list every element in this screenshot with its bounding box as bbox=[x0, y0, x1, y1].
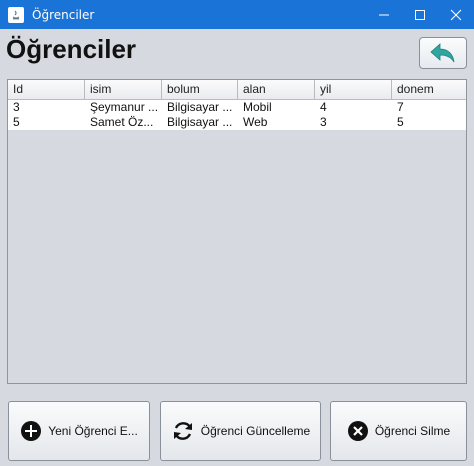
table-cell: Şeymanur ... bbox=[90, 100, 159, 114]
update-student-button[interactable]: Öğrenci Güncelleme bbox=[160, 401, 321, 461]
students-table[interactable]: Id isim bolum alan yil donem 3 Şeymanur … bbox=[7, 79, 467, 384]
column-header-isim[interactable]: isim bbox=[85, 80, 162, 99]
refresh-icon bbox=[173, 422, 192, 440]
column-header-donem[interactable]: donem bbox=[392, 80, 466, 99]
column-header-id[interactable]: Id bbox=[8, 80, 85, 99]
delete-student-label: Öğrenci Silme bbox=[374, 424, 451, 438]
minimize-icon bbox=[379, 14, 389, 15]
add-student-button[interactable]: Yeni Öğrenci E... bbox=[8, 401, 150, 461]
add-student-label: Yeni Öğrenci E... bbox=[48, 424, 138, 438]
maximize-button[interactable] bbox=[402, 0, 438, 29]
table-header: Id isim bolum alan yil donem bbox=[8, 80, 466, 100]
delete-student-button[interactable]: Öğrenci Silme bbox=[330, 401, 467, 461]
minimize-button[interactable] bbox=[366, 0, 402, 29]
back-button[interactable] bbox=[419, 37, 467, 69]
update-student-label: Öğrenci Güncelleme bbox=[200, 424, 311, 438]
table-cell: Bilgisayar ... bbox=[167, 100, 233, 114]
window-title: Öğrenciler bbox=[32, 7, 95, 22]
close-circle-icon bbox=[347, 421, 368, 441]
column-header-bolum[interactable]: bolum bbox=[162, 80, 238, 99]
table-cell: 5 bbox=[13, 115, 20, 129]
table-cell: Mobil bbox=[243, 100, 272, 114]
close-icon bbox=[450, 9, 462, 20]
table-cell: 4 bbox=[320, 100, 327, 114]
close-button[interactable] bbox=[438, 0, 474, 29]
back-arrow-icon bbox=[430, 43, 455, 63]
column-header-yil[interactable]: yil bbox=[315, 80, 392, 99]
plus-circle-icon bbox=[21, 421, 42, 441]
table-row[interactable]: 3 Şeymanur ... Bilgisayar ... Mobil 4 7 bbox=[8, 100, 466, 115]
column-header-alan[interactable]: alan bbox=[238, 80, 315, 99]
table-row[interactable]: 5 Samet Öz... Bilgisayar ... Web 3 5 bbox=[8, 115, 466, 130]
table-cell: 3 bbox=[320, 115, 327, 129]
table-cell: Web bbox=[243, 115, 268, 129]
maximize-icon bbox=[415, 9, 425, 20]
table-cell: Bilgisayar ... bbox=[167, 115, 233, 129]
table-cell: 5 bbox=[397, 115, 404, 129]
table-cell: 7 bbox=[397, 100, 404, 114]
page-title: Öğrenciler bbox=[6, 34, 137, 64]
table-cell: Samet Öz... bbox=[90, 115, 154, 129]
window-titlebar: Öğrenciler bbox=[0, 0, 474, 29]
java-app-icon bbox=[8, 6, 24, 23]
table-cell: 3 bbox=[13, 100, 20, 114]
